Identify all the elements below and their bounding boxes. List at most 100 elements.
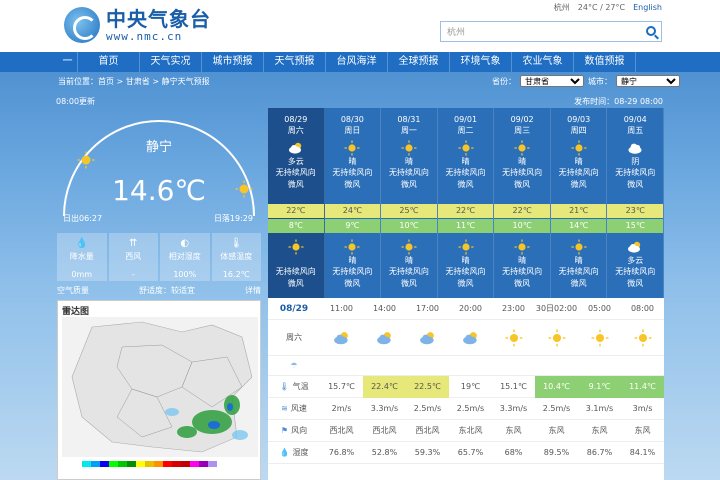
current-city: 静宁 [145, 140, 172, 155]
hourly-cell: 西北风 [415, 425, 440, 435]
hourly-row: 🌡 气温 15.7℃ 22.4℃ 22.5℃ 19℃ 15.1℃ 10.4℃ 9.1℃ 11.4℃ [268, 375, 664, 398]
hourly-cell: 68% [504, 447, 523, 457]
sun-icon [514, 239, 530, 255]
sun-icon [535, 320, 578, 356]
sun-icon [288, 239, 304, 255]
detail-link[interactable]: 详情 [245, 285, 261, 296]
forecast-night: 晴无持续风向 微风 [438, 235, 494, 289]
hourly-cell: 11.4℃ [621, 375, 664, 398]
hourly-time: 08:00 [630, 303, 655, 313]
radar-legend [82, 461, 217, 467]
stat-label: 体感温度 [220, 252, 253, 261]
province-select[interactable]: 甘肃省 [520, 75, 584, 87]
forecast-low: 10℃ [494, 219, 550, 233]
current-weather: 静宁 14.6℃ 日出06:27 日落19:29 [57, 108, 261, 230]
hourly-times: 08/29 11:00 14:00 17:00 20:00 23:00 30日02:00 05… [268, 298, 664, 320]
forecast-high: 21℃ [550, 204, 607, 218]
main-nav: 一首页 天气实况 城市预报 天气预报 台风海洋 全球预报 环境气象 农业气象 数值预报 [0, 52, 720, 72]
region-selects: 省份： 甘肃省 城市： 静宁 [492, 75, 680, 87]
hourly-cell: 东北风 [458, 425, 483, 435]
forecast-date: 09/04 [623, 115, 647, 124]
row-label: 风速 [290, 404, 307, 413]
forecast-high: 23℃ [607, 204, 664, 218]
hourly-time: 30日02:00 [535, 303, 578, 313]
forecast-high: 25℃ [381, 204, 437, 218]
search-icon[interactable] [646, 26, 656, 36]
english-link[interactable]: English [633, 3, 662, 12]
city-select[interactable]: 静宁 [616, 75, 680, 87]
nav-item[interactable]: 台风海洋 [326, 52, 388, 72]
cloud-icon [627, 239, 643, 253]
hourly-cell: 2.5m/s [542, 403, 571, 413]
forecast-date: 08/30 [340, 115, 364, 124]
row-icon: ≋ [281, 404, 288, 413]
site-header: 中央气象台 www.nmc.cn 杭州 24°C / 27°C English [0, 0, 720, 52]
forecast-weekday: 周日 [344, 126, 361, 135]
forecast-wind: 无持续风向 [445, 168, 486, 177]
sun-icon [571, 239, 587, 255]
current-stats: 💧 降水量 0mm ⇈ 西风 - ◐ 相对湿度 100% 🌡 体感温度 16.2℃ [57, 233, 261, 281]
forecast-day[interactable]: 09/03 周四晴无持续风向 微风 21℃ 14℃ 晴无持续风向 微风 [550, 108, 608, 298]
nav-item[interactable]: 天气预报 [264, 52, 326, 72]
sun-icon [514, 140, 530, 156]
sun-icon [571, 140, 587, 156]
nav-item[interactable]: 城市预报 [202, 52, 264, 72]
hourly-cell: 东风 [634, 425, 651, 435]
forecast-day[interactable]: 08/30 周日晴无持续风向 微风 24℃ 9℃ 晴无持续风向 微风 [324, 108, 382, 298]
forecast-day[interactable]: 09/02 周三晴无持续风向 微风 22℃ 10℃ 晴无持续风向 微风 [494, 108, 551, 298]
hourly-spacer: ☂ [268, 356, 664, 376]
forecast-weekday: 周六 [287, 126, 304, 135]
air-quality-bar: 空气质量 舒适度：较适宜 详情 [57, 285, 261, 296]
hourly-cell: 89.5% [543, 447, 570, 457]
forecast-night-level: 微风 [400, 279, 417, 288]
nav-item[interactable]: 一 [58, 52, 78, 72]
stat-value: 0mm [71, 270, 93, 279]
search-input[interactable] [441, 22, 636, 41]
forecast-night: 晴无持续风向 微风 [494, 235, 550, 289]
forecast-night-level: 微风 [457, 279, 474, 288]
hourly-weekday: 周六 [286, 333, 302, 342]
forecast-day[interactable]: 09/01 周二晴无持续风向 微风 22℃ 11℃ 晴无持续风向 微风 [437, 108, 495, 298]
temp-link[interactable]: 24°C / 27°C [578, 3, 625, 12]
aq-label[interactable]: 空气质量 [57, 285, 89, 296]
forecast-level: 微风 [287, 180, 304, 189]
comfort-value: 较适宜 [171, 286, 195, 295]
forecast-day[interactable]: 09/04 周五阴无持续风向 微风 23℃ 15℃ 多云 无持续风向 微风 [607, 108, 665, 298]
nav-item[interactable]: 全球预报 [388, 52, 450, 72]
hourly-cell: 3.1m/s [585, 403, 614, 413]
forecast-high: 22℃ [268, 204, 324, 218]
hourly-cell: 3m/s [632, 403, 653, 413]
forecast-night-desc: 晴 [404, 256, 413, 265]
forecast-day[interactable]: 08/29 周六 多云 无持续风向 微风 22℃ 8℃ 无持续风向 微风 [268, 108, 325, 298]
hourly-row: ⚑ 风向 西北风 西北风 西北风 东北风 东风 东风 东风 东风 [268, 420, 664, 442]
forecast-low: 11℃ [437, 219, 494, 233]
hourly-time: 11:00 [329, 303, 354, 313]
forecast-night-wind: 无持续风向 [388, 267, 429, 276]
nav-item[interactable]: 天气实况 [140, 52, 202, 72]
hourly-cell: 东风 [548, 425, 565, 435]
hourly-cell: 西北风 [329, 425, 354, 435]
sun-icon [578, 320, 621, 356]
forecast-level: 微风 [344, 180, 361, 189]
radar-map[interactable] [62, 317, 258, 457]
current-temp: 14.6℃ [112, 174, 206, 207]
nav-item[interactable]: 数值预报 [574, 52, 636, 72]
forecast-wind: 无持续风向 [332, 168, 373, 177]
nav-item[interactable]: 首页 [78, 52, 140, 72]
location-link[interactable]: 杭州 [554, 2, 570, 13]
province-label: 省份： [492, 76, 516, 86]
nav-item[interactable]: 环境气象 [450, 52, 512, 72]
forecast-day[interactable]: 08/31 周一晴无持续风向 微风 25℃ 10℃ 晴无持续风向 微风 [381, 108, 438, 298]
stat-label: 相对湿度 [168, 252, 201, 261]
nav-item[interactable]: 农业气象 [512, 52, 574, 72]
forecast-night-desc: 多云 [627, 256, 644, 265]
forecast-night-desc: 晴 [518, 256, 527, 265]
hourly-forecast: 08/29 11:00 14:00 17:00 20:00 23:00 30日02:00 05… [268, 298, 664, 480]
hourly-cell: 65.7% [457, 447, 484, 457]
forecast-wind: 无持续风向 [558, 168, 599, 177]
update-time: 08:00更新 [56, 97, 96, 106]
hourly-cell: 9.1℃ [578, 375, 621, 398]
forecast-date: 09/01 [453, 115, 478, 124]
site-logo[interactable]: 中央气象台 www.nmc.cn [64, 7, 211, 43]
cloud-icon [406, 320, 449, 356]
